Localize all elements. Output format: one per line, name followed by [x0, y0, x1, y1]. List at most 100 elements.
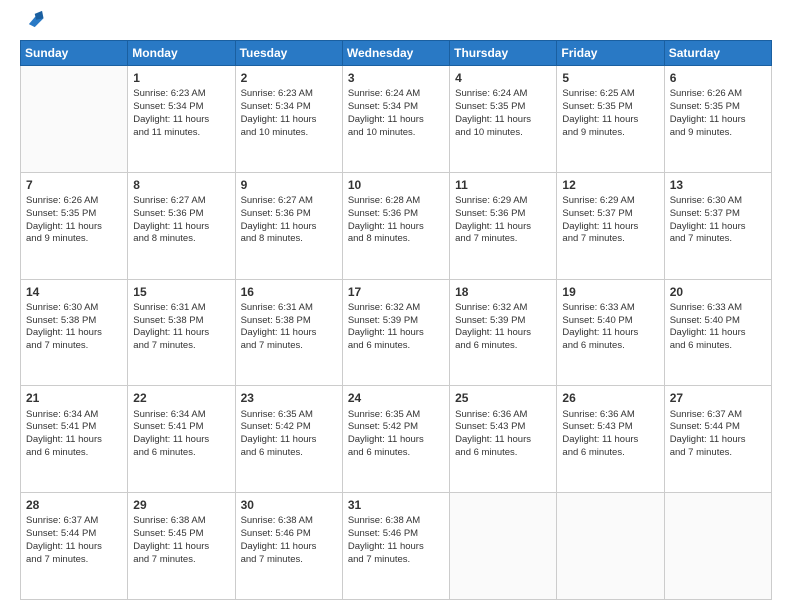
calendar-cell — [21, 66, 128, 173]
cell-content-line: and 9 minutes. — [26, 233, 122, 246]
cell-content-line: Sunset: 5:44 PM — [26, 528, 122, 541]
day-number: 6 — [670, 70, 766, 86]
day-number: 20 — [670, 284, 766, 300]
calendar-cell: 22Sunrise: 6:34 AMSunset: 5:41 PMDayligh… — [128, 386, 235, 493]
cell-content-line: Sunrise: 6:35 AM — [241, 409, 337, 422]
cell-content-line: and 6 minutes. — [670, 340, 766, 353]
cell-content-line: Daylight: 11 hours — [241, 114, 337, 127]
cell-content-line: and 8 minutes. — [348, 233, 444, 246]
calendar-cell: 15Sunrise: 6:31 AMSunset: 5:38 PMDayligh… — [128, 279, 235, 386]
day-number: 29 — [133, 497, 229, 513]
cell-content-line: and 6 minutes. — [455, 340, 551, 353]
cell-content-line: Sunrise: 6:27 AM — [133, 195, 229, 208]
calendar-cell: 26Sunrise: 6:36 AMSunset: 5:43 PMDayligh… — [557, 386, 664, 493]
cell-content-line: Sunset: 5:35 PM — [670, 101, 766, 114]
calendar-week-row: 14 Sunrise: 6:30 AM Sunset: 5:38 PM Dayligh… — [21, 279, 772, 386]
cell-content-line: Sunrise: 6:37 AM — [670, 409, 766, 422]
cell-content-line: Sunset: 5:45 PM — [133, 528, 229, 541]
calendar-week-row: 7Sunrise: 6:26 AMSunset: 5:35 PMDaylight… — [21, 172, 772, 279]
cell-content-line: Daylight: 11 hours — [348, 221, 444, 234]
cell-content-line: Daylight: 11 hours — [26, 434, 122, 447]
calendar-cell: 7Sunrise: 6:26 AMSunset: 5:35 PMDaylight… — [21, 172, 128, 279]
cell-content-line: and 7 minutes. — [455, 233, 551, 246]
cell-content-line: Daylight: 11 hours — [348, 541, 444, 554]
weekday-header-monday: Monday — [128, 41, 235, 66]
cell-content-line: Sunrise: 6:29 AM — [455, 195, 551, 208]
cell-content-line: and 6 minutes. — [455, 447, 551, 460]
cell-content-line: Sunset: 5:38 PM — [133, 315, 229, 328]
cell-content-line: Sunset: 5:36 PM — [133, 208, 229, 221]
cell-content-line: Daylight: 11 hours — [455, 327, 551, 340]
day-number: 16 — [241, 284, 337, 300]
day-number: 2 — [241, 70, 337, 86]
day-number: 7 — [26, 177, 122, 193]
day-number: 4 — [455, 70, 551, 86]
day-number: 10 — [348, 177, 444, 193]
cell-content-line: Daylight: 11 hours — [562, 114, 658, 127]
day-number: 19 — [562, 284, 658, 300]
cell-content-line: Sunrise: 6:38 AM — [241, 515, 337, 528]
calendar-week-row: 21Sunrise: 6:34 AMSunset: 5:41 PMDayligh… — [21, 386, 772, 493]
cell-content-line: and 9 minutes. — [670, 127, 766, 140]
day-number: 1 — [133, 70, 229, 86]
cell-content-line: Sunrise: 6:38 AM — [133, 515, 229, 528]
cell-content-line: Sunrise: 6:33 AM — [562, 302, 658, 315]
day-number: 3 — [348, 70, 444, 86]
day-number: 26 — [562, 390, 658, 406]
cell-content-line: Daylight: 11 hours — [241, 541, 337, 554]
cell-content-line: Sunrise: 6:31 AM — [133, 302, 229, 315]
calendar-cell: 28Sunrise: 6:37 AMSunset: 5:44 PMDayligh… — [21, 493, 128, 600]
day-number: 21 — [26, 390, 122, 406]
day-number: 24 — [348, 390, 444, 406]
cell-content-line: Sunrise: 6:24 AM — [455, 88, 551, 101]
cell-content-line: Daylight: 11 hours — [348, 327, 444, 340]
calendar-cell: 17Sunrise: 6:32 AMSunset: 5:39 PMDayligh… — [342, 279, 449, 386]
cell-content-line: and 7 minutes. — [241, 554, 337, 567]
cell-content-line: Daylight: 11 hours — [562, 327, 658, 340]
weekday-header-tuesday: Tuesday — [235, 41, 342, 66]
cell-content-line: and 9 minutes. — [562, 127, 658, 140]
cell-content-line: and 7 minutes. — [670, 233, 766, 246]
calendar-cell: 24Sunrise: 6:35 AMSunset: 5:42 PMDayligh… — [342, 386, 449, 493]
weekday-header-sunday: Sunday — [21, 41, 128, 66]
cell-content-line: Daylight: 11 hours — [133, 114, 229, 127]
cell-content-line: Sunset: 5:44 PM — [670, 421, 766, 434]
day-number: 23 — [241, 390, 337, 406]
calendar-cell: 14Sunrise: 6:30 AMSunset: 5:38 PMDayligh… — [21, 279, 128, 386]
weekday-header-thursday: Thursday — [450, 41, 557, 66]
cell-content-line: Sunrise: 6:23 AM — [133, 88, 229, 101]
calendar-cell: 1 Sunrise: 6:23 AMSunset: 5:34 PMDaylight… — [128, 66, 235, 173]
calendar-cell: 27Sunrise: 6:37 AMSunset: 5:44 PMDayligh… — [664, 386, 771, 493]
calendar-cell: 23Sunrise: 6:35 AMSunset: 5:42 PMDayligh… — [235, 386, 342, 493]
header — [20, 18, 772, 30]
weekday-header-wednesday: Wednesday — [342, 41, 449, 66]
calendar-cell: 19Sunrise: 6:33 AMSunset: 5:40 PMDayligh… — [557, 279, 664, 386]
day-number: 12 — [562, 177, 658, 193]
cell-content-line: Daylight: 11 hours — [455, 221, 551, 234]
cell-content-line: and 11 minutes. — [133, 127, 229, 140]
calendar-cell: 29Sunrise: 6:38 AMSunset: 5:45 PMDayligh… — [128, 493, 235, 600]
calendar-table: SundayMondayTuesdayWednesdayThursdayFrid… — [20, 40, 772, 600]
cell-content-line: Sunrise: 6:23 AM — [241, 88, 337, 101]
calendar-cell: 16Sunrise: 6:31 AMSunset: 5:38 PMDayligh… — [235, 279, 342, 386]
cell-content-line: Sunset: 5:34 PM — [133, 101, 229, 114]
cell-content-line: Sunset: 5:39 PM — [455, 315, 551, 328]
day-number: 8 — [133, 177, 229, 193]
cell-content-line: Sunset: 5:46 PM — [241, 528, 337, 541]
cell-content-line: and 7 minutes. — [241, 340, 337, 353]
cell-content-line: Sunrise: 6:28 AM — [348, 195, 444, 208]
cell-content-line: Sunrise: 6:25 AM — [562, 88, 658, 101]
cell-content-line: Sunset: 5:43 PM — [562, 421, 658, 434]
cell-content-line: Daylight: 11 hours — [241, 221, 337, 234]
day-number: 14 — [26, 284, 122, 300]
cell-content-line: Daylight: 11 hours — [26, 327, 122, 340]
cell-content-line: Sunset: 5:37 PM — [562, 208, 658, 221]
cell-content-line: Sunrise: 6:38 AM — [348, 515, 444, 528]
cell-content-line: Sunset: 5:37 PM — [670, 208, 766, 221]
cell-content-line: Sunset: 5:46 PM — [348, 528, 444, 541]
cell-content-line: Sunrise: 6:30 AM — [26, 302, 122, 315]
calendar-cell: 13Sunrise: 6:30 AMSunset: 5:37 PMDayligh… — [664, 172, 771, 279]
cell-content-line: Sunset: 5:41 PM — [133, 421, 229, 434]
cell-content-line: Sunset: 5:42 PM — [241, 421, 337, 434]
cell-content-line: Sunset: 5:36 PM — [241, 208, 337, 221]
